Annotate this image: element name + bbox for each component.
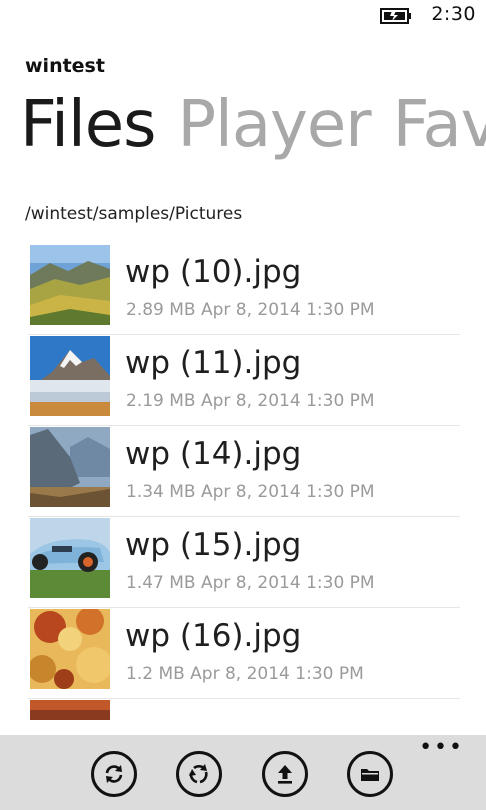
pivot-tab-files[interactable]: Files (20, 88, 156, 162)
pivot-tab-fav[interactable]: Fav (393, 88, 486, 162)
folder-icon (361, 769, 379, 781)
thumbnail-image (30, 245, 110, 325)
upload-icon (278, 765, 292, 784)
pivot-header: Files Player Fav (20, 88, 486, 162)
file-meta: 2.19 MB Apr 8, 2014 1:30 PM (126, 391, 375, 411)
list-item[interactable]: wp (15).jpg 1.47 MB Apr 8, 2014 1:30 PM (28, 517, 460, 608)
thumbnail-image (30, 518, 110, 598)
file-meta: 1.47 MB Apr 8, 2014 1:30 PM (126, 573, 375, 593)
list-item[interactable]: wp (16).jpg 1.2 MB Apr 8, 2014 1:30 PM (28, 608, 460, 699)
thumbnail-image (30, 609, 110, 689)
refresh-icon (189, 764, 208, 784)
list-item[interactable]: wp (14).jpg 1.34 MB Apr 8, 2014 1:30 PM (28, 426, 460, 517)
application-bar: ••• (0, 735, 486, 810)
thumbnail-image (30, 700, 110, 720)
pivot-tab-player[interactable]: Player (177, 88, 371, 162)
status-bar: 2:30 (0, 0, 486, 32)
file-meta: 1.34 MB Apr 8, 2014 1:30 PM (126, 482, 375, 502)
breadcrumb-path: /wintest/samples/Pictures (25, 204, 243, 224)
file-name: wp (10).jpg (125, 254, 302, 290)
refresh-button[interactable] (176, 751, 222, 797)
sync-button[interactable] (91, 751, 137, 797)
file-name: wp (11).jpg (125, 345, 302, 381)
more-options-icon[interactable]: ••• (419, 737, 464, 759)
list-item[interactable] (28, 699, 460, 720)
file-meta: 2.89 MB Apr 8, 2014 1:30 PM (126, 300, 375, 320)
app-title: wintest (25, 55, 105, 77)
file-name: wp (15).jpg (125, 527, 302, 563)
clock: 2:30 (431, 3, 476, 25)
list-item[interactable]: wp (11).jpg 2.19 MB Apr 8, 2014 1:30 PM (28, 335, 460, 426)
sync-icon (105, 765, 123, 783)
file-list[interactable]: wp (10).jpg 2.89 MB Apr 8, 2014 1:30 PM … (28, 244, 460, 720)
thumbnail-image (30, 336, 110, 416)
file-meta: 1.2 MB Apr 8, 2014 1:30 PM (126, 664, 364, 684)
thumbnail-image (30, 427, 110, 507)
upload-button[interactable] (262, 751, 308, 797)
file-name: wp (16).jpg (125, 618, 302, 654)
file-name: wp (14).jpg (125, 436, 302, 472)
folder-button[interactable] (347, 751, 393, 797)
battery-charging-icon (380, 8, 411, 24)
list-item[interactable]: wp (10).jpg 2.89 MB Apr 8, 2014 1:30 PM (28, 244, 460, 335)
